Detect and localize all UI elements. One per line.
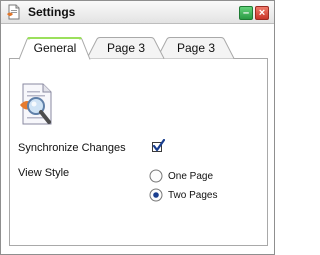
tab-label: Page 3	[106, 41, 146, 55]
settings-window: Settings – × Page 3 Page 3 General Synch…	[0, 0, 275, 255]
sync-changes-label: Synchronize Changes	[18, 142, 126, 154]
tab-page-3-second[interactable]: Page 3	[157, 37, 235, 59]
radio-one-page[interactable]: One Page	[149, 169, 229, 185]
minimize-button[interactable]: –	[239, 6, 253, 20]
view-style-label: View Style	[18, 167, 70, 179]
close-icon: ×	[258, 7, 266, 19]
title-bar[interactable]: Settings – ×	[1, 1, 274, 24]
tab-page-3-first[interactable]: Page 3	[87, 37, 165, 59]
document-magnifier-icon	[20, 83, 52, 125]
radio-button-unselected[interactable]	[149, 169, 163, 183]
sync-changes-checkbox[interactable]	[151, 139, 165, 153]
tab-label: Page 3	[176, 41, 216, 55]
tab-label: General	[33, 41, 77, 55]
app-document-icon	[7, 4, 20, 20]
close-button[interactable]: ×	[255, 6, 269, 20]
radio-label: Two Pages	[168, 190, 218, 201]
window-title: Settings	[28, 5, 76, 19]
minimize-icon: –	[242, 7, 250, 19]
radio-button-selected[interactable]	[149, 188, 163, 202]
radio-two-pages[interactable]: Two Pages	[149, 188, 229, 204]
radio-label: One Page	[168, 171, 214, 182]
tab-general[interactable]: General	[19, 37, 91, 60]
